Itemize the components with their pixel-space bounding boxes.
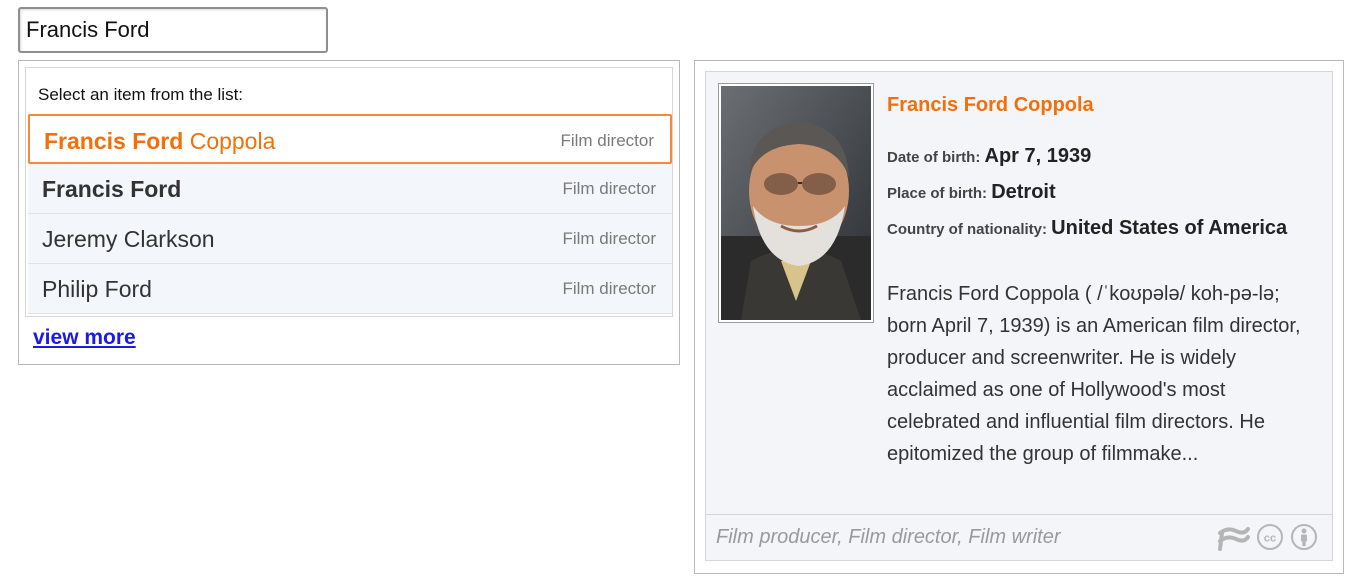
suggestion-item-francis-ford[interactable]: Francis Ford Film director [28,164,672,214]
svg-text:cc: cc [1264,533,1276,545]
suggestion-list: Select an item from the list: Francis Fo… [25,67,673,317]
portrait-image [721,86,871,320]
creative-commons-icon[interactable]: cc [1256,523,1284,556]
suggestion-item-philip-ford[interactable]: Philip Ford Film director [28,264,672,314]
fact-value: Detroit [991,181,1056,203]
search-input[interactable] [18,7,328,53]
fact-nationality: Country of nationality: United States of… [887,212,1307,246]
entity-card-body: Francis Ford Coppola Date of birth: Apr … [705,71,1333,561]
suggestion-item-type: Film director [562,279,656,298]
entity-card-footer: Film producer, Film director, Film write… [706,514,1332,560]
entity-photo [718,83,874,323]
fact-value: United States of America [1051,217,1288,239]
suggestion-item-francis-ford-coppola[interactable]: Francis Ford Coppola Film director [28,114,672,164]
entity-description: Francis Ford Coppola ( /ˈkoʊpələ/ koh-pə… [887,283,1301,465]
fact-place-of-birth: Place of birth: Detroit [887,176,1056,210]
fact-label: Place of birth: [887,185,988,202]
entity-types: Film producer, Film director, Film write… [716,526,1061,548]
suggestion-item-type: Film director [562,229,656,248]
entity-title: Francis Ford Coppola [887,94,1094,116]
fact-date-of-birth: Date of birth: Apr 7, 1939 [887,140,1091,174]
suggestion-item-type: Film director [560,131,654,150]
freebase-icon[interactable] [1216,523,1250,556]
fact-label: Country of nationality: [887,221,1047,238]
suggestion-item-name: Philip Ford [42,276,152,302]
suggestion-item-name: Francis Ford [42,176,182,202]
suggestion-prompt: Select an item from the list: [38,85,244,104]
fact-label: Date of birth: [887,149,981,166]
suggestion-dropdown: Select an item from the list: Francis Fo… [18,60,680,365]
license-icons: cc [1216,523,1318,556]
suggestion-item-name: Jeremy Clarkson [42,226,215,252]
entity-card: Francis Ford Coppola Date of birth: Apr … [694,60,1344,574]
suggestion-item-name: Francis Ford Coppola [44,128,276,154]
suggestion-item-type: Film director [562,179,656,198]
suggestion-item-jeremy-clarkson[interactable]: Jeremy Clarkson Film director [28,214,672,264]
fact-value: Apr 7, 1939 [984,145,1092,167]
attribution-icon[interactable] [1290,523,1318,556]
view-more-link[interactable]: view more [33,326,136,350]
